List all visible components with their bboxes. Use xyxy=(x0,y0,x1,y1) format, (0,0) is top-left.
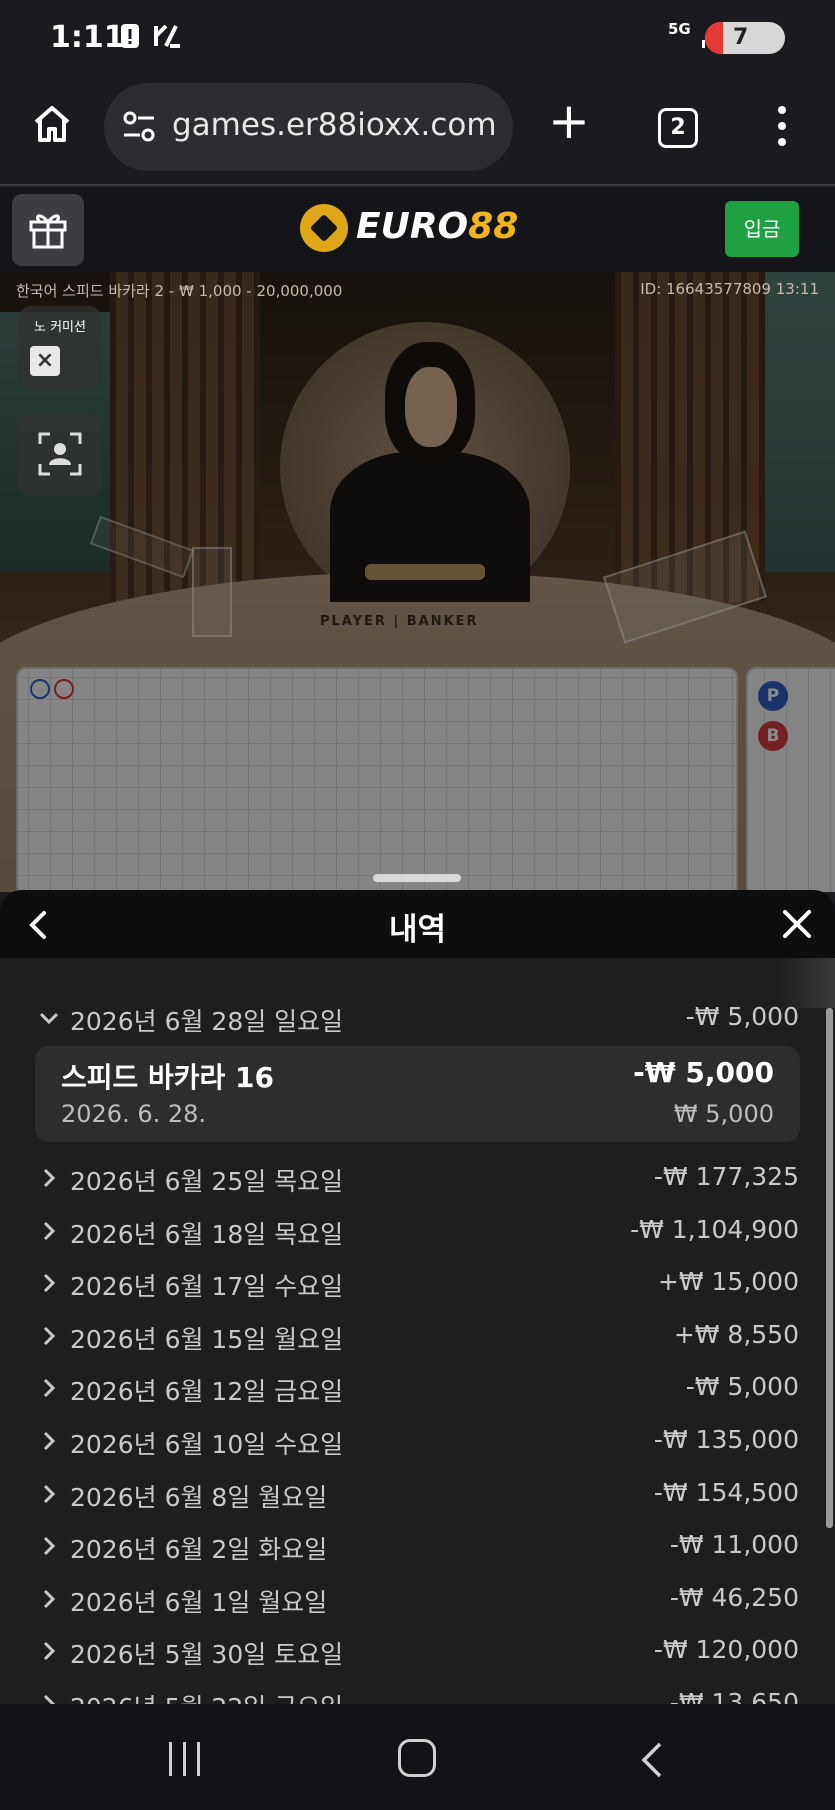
deposit-button[interactable]: 입금 xyxy=(725,201,799,257)
chevron-right-icon xyxy=(38,1693,60,1704)
history-day-row[interactable]: 2026년 6월 15일 월요일 +₩ 8,550 xyxy=(0,1312,835,1362)
brand-suffix: 88 xyxy=(468,206,519,247)
history-day-date: 2026년 6월 28일 일요일 xyxy=(70,1007,344,1036)
battery-level: 7 xyxy=(733,25,749,50)
history-day-date: 2026년 6월 12일 금요일 xyxy=(70,1377,344,1407)
history-day-row[interactable]: 2026년 6월 10일 수요일 -₩ 135,000 xyxy=(0,1417,835,1467)
back-icon[interactable] xyxy=(636,1740,666,1780)
history-day-row[interactable]: 2026년 6월 8일 월요일 -₩ 154,500 xyxy=(0,1470,835,1520)
new-tab-icon[interactable]: + xyxy=(548,96,590,146)
history-sheet: 내역 2026년 6월 28일 일요일 -₩ 5,000 스피드 바카라 16 … xyxy=(0,890,835,1704)
gift-icon[interactable] xyxy=(12,194,84,266)
history-day-amount: -₩ 11,000 xyxy=(669,1530,799,1560)
chevron-right-icon xyxy=(38,1483,60,1505)
no-commission-label: 노 커미션 xyxy=(34,320,86,335)
profile-button[interactable] xyxy=(18,412,102,496)
chevron-right-icon xyxy=(38,1167,60,1189)
chevron-right-icon xyxy=(38,1325,60,1347)
soccer-ball-icon xyxy=(300,204,348,252)
home-icon[interactable] xyxy=(30,102,74,146)
table-limits: 한국어 스피드 바카라 2 - ₩ 1,000 - 20,000,000 xyxy=(16,282,343,300)
entry-date: 2026. 6. 28. xyxy=(61,1100,207,1128)
history-day-date: 2026년 6월 10일 수요일 xyxy=(70,1430,344,1459)
history-day-date: 2026년 6월 25일 목요일 xyxy=(70,1167,344,1196)
history-day-date: 2026년 6월 2일 화요일 xyxy=(70,1535,328,1565)
battery-indicator: 7 xyxy=(705,22,785,54)
history-day-row[interactable]: 2026년 5월 22일 금요일 -₩ 13,650 xyxy=(0,1680,835,1704)
no-sync-icon xyxy=(152,22,182,52)
chevron-right-icon xyxy=(38,1377,60,1399)
tab-switcher-button[interactable]: 2 xyxy=(658,108,698,148)
address-bar[interactable]: games.er88ioxx.com xyxy=(104,83,513,171)
live-game-area: PLAYER | BANKER P B 한국어 스피드 바카라 2 - ₩ 1,… xyxy=(0,272,835,892)
close-icon[interactable] xyxy=(781,908,813,940)
history-day-row[interactable]: 2026년 6월 17일 수요일 +₩ 15,000 xyxy=(0,1259,835,1309)
round-id: ID: 16643577809 13:11 xyxy=(640,280,819,298)
history-day-expanded[interactable]: 2026년 6월 28일 일요일 -₩ 5,000 xyxy=(0,994,835,1044)
person-icon xyxy=(38,432,82,476)
chevron-down-icon xyxy=(38,1007,60,1029)
history-day-row[interactable]: 2026년 6월 18일 목요일 -₩ 1,104,900 xyxy=(0,1207,835,1257)
history-day-date: 2026년 6월 1일 월요일 xyxy=(70,1587,328,1617)
history-day-date: 2026년 5월 22일 금요일 xyxy=(70,1688,343,1704)
history-list: 2026년 6월 28일 일요일 -₩ 5,000 스피드 바카라 16 202… xyxy=(0,958,835,1704)
history-day-row[interactable]: 2026년 6월 12일 금요일 -₩ 5,000 xyxy=(0,1364,835,1414)
history-day-row[interactable]: 2026년 6월 1일 월요일 -₩ 46,250 xyxy=(0,1575,835,1625)
history-day-row[interactable]: 2026년 6월 25일 목요일 -₩ 177,325 xyxy=(0,1154,835,1204)
history-day-amount: +₩ 15,000 xyxy=(657,1267,799,1297)
history-day-amount: -₩ 177,325 xyxy=(653,1162,799,1191)
chevron-right-icon xyxy=(38,1640,60,1662)
sheet-drag-handle[interactable] xyxy=(373,874,461,882)
browser-toolbar: games.er88ioxx.com + 2 xyxy=(0,78,835,186)
entry-result: -₩ 5,000 xyxy=(633,1056,774,1089)
status-time: 1:11 xyxy=(50,20,125,55)
chevron-right-icon xyxy=(38,1588,60,1610)
close-icon[interactable]: × xyxy=(30,346,60,376)
history-day-amount: -₩ 120,000 xyxy=(653,1635,799,1665)
history-day-row[interactable]: 2026년 5월 30일 토요일 -₩ 120,000 xyxy=(0,1627,835,1677)
entry-bet: ₩ 5,000 xyxy=(673,1100,774,1128)
history-day-row[interactable]: 2026년 6월 2일 화요일 -₩ 11,000 xyxy=(0,1522,835,1572)
history-day-date: 2026년 5월 30일 토요일 xyxy=(70,1640,344,1670)
alert-icon xyxy=(120,22,140,52)
system-nav-bar xyxy=(0,1704,835,1810)
sheet-header: 내역 xyxy=(0,890,835,958)
brand-prefix: EURO xyxy=(356,206,469,247)
history-day-date: 2026년 6월 15일 월요일 xyxy=(70,1324,344,1354)
history-day-amount: -₩ 135,000 xyxy=(653,1425,799,1454)
no-commission-toggle[interactable]: 노 커미션 × xyxy=(18,306,102,390)
chevron-right-icon xyxy=(38,1430,60,1452)
site-settings-icon[interactable] xyxy=(120,109,160,145)
history-day-date: 2026년 6월 17일 수요일 xyxy=(70,1272,344,1302)
history-day-amount: -₩ 154,500 xyxy=(653,1477,799,1507)
history-day-amount: +₩ 8,550 xyxy=(673,1319,799,1349)
chevron-right-icon xyxy=(38,1220,60,1242)
url-text: games.er88ioxx.com xyxy=(172,107,497,143)
history-entry-card[interactable]: 스피드 바카라 16 2026. 6. 28. -₩ 5,000 ₩ 5,000 xyxy=(35,1046,800,1142)
home-button-icon[interactable] xyxy=(398,1739,436,1777)
history-day-amount: -₩ 1,104,900 xyxy=(630,1214,799,1244)
chevron-right-icon xyxy=(38,1272,60,1294)
site-header: EURO88 입금 xyxy=(0,188,835,272)
history-day-amount: -₩ 5,000 xyxy=(685,1372,799,1402)
status-bar: 1:11 5G 7 xyxy=(0,0,835,78)
history-day-amount: -₩ 5,000 xyxy=(685,1002,799,1031)
history-day-amount: -₩ 13,650 xyxy=(669,1688,799,1704)
chevron-right-icon xyxy=(38,1535,60,1557)
network-5g-icon: 5G xyxy=(668,20,691,38)
history-day-date: 2026년 6월 18일 목요일 xyxy=(70,1219,344,1249)
recent-apps-icon[interactable] xyxy=(167,1742,203,1776)
entry-game-name: 스피드 바카라 16 xyxy=(61,1061,275,1094)
history-day-date: 2026년 6월 8일 월요일 xyxy=(70,1482,328,1512)
history-day-amount: -₩ 46,250 xyxy=(669,1582,799,1612)
sheet-title: 내역 xyxy=(388,912,447,948)
scrollbar[interactable] xyxy=(826,1008,833,1528)
more-menu-icon[interactable] xyxy=(772,106,792,150)
